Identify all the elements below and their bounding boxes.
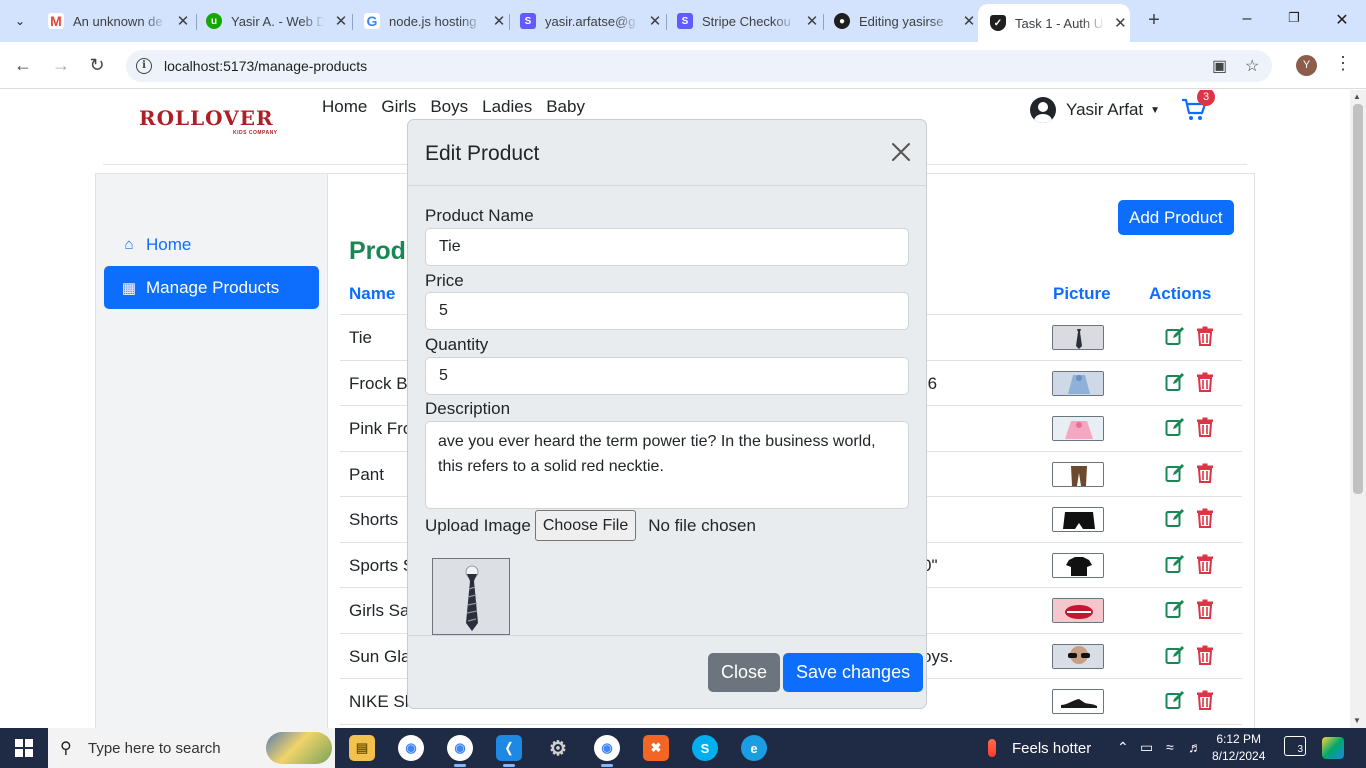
tab-title: Editing yasirse: [859, 13, 944, 29]
tab-upwork[interactable]: u Yasir A. - Web D ✕: [206, 6, 351, 36]
back-arrow-icon[interactable]: ←: [12, 54, 34, 76]
upload-image-label: Upload Image: [425, 515, 531, 535]
tab-title: Yasir A. - Web D: [231, 13, 325, 29]
screenshot-icon[interactable]: ▣: [1212, 56, 1227, 76]
tab-title: An unknown de: [73, 13, 163, 29]
tab-gmail[interactable]: M An unknown de ✕: [48, 6, 193, 36]
close-button[interactable]: Close: [708, 653, 781, 692]
description-textarea[interactable]: ave you ever heard the term power tie? I…: [425, 421, 909, 509]
upload-image-row: Upload Image Choose File No file chosen: [425, 510, 756, 541]
clock-date: 8/12/2024: [1212, 749, 1266, 763]
choose-file-button[interactable]: Choose File: [534, 510, 637, 541]
copilot-icon[interactable]: [1322, 737, 1344, 759]
notification-center-icon[interactable]: 3: [1284, 736, 1306, 756]
reload-icon[interactable]: ↻: [86, 54, 108, 76]
search-placeholder: Type here to search: [88, 740, 221, 757]
restore-icon[interactable]: ❐: [1284, 10, 1304, 26]
close-icon[interactable]: ✕: [959, 12, 979, 30]
quantity-input[interactable]: 5: [425, 357, 909, 395]
tab-google[interactable]: G node.js hosting ✕: [364, 6, 509, 36]
gmail-icon: M: [48, 13, 64, 29]
stripe-icon: S: [677, 13, 693, 29]
github-icon: ●: [834, 13, 850, 29]
url-text: localhost:5173/manage-products: [164, 58, 368, 74]
tab-stripe-checkout[interactable]: S Stripe Checkou ✕: [677, 6, 822, 36]
shield-icon: ✓: [990, 15, 1006, 31]
browser-tab-strip: ⌄ M An unknown de ✕ u Yasir A. - Web D ✕…: [0, 0, 1366, 42]
window-close-icon[interactable]: ✕: [1332, 10, 1352, 30]
tab-stripe-email[interactable]: S yasir.arfatse@g ✕: [520, 6, 665, 36]
scrollbar-thumb[interactable]: [1353, 104, 1363, 494]
close-icon[interactable]: ✕: [802, 12, 822, 30]
quantity-label: Quantity: [425, 335, 489, 354]
price-label: Price: [425, 271, 464, 290]
vscode-icon[interactable]: ❬: [496, 735, 522, 767]
product-name-input[interactable]: Tie: [425, 228, 909, 266]
product-image-preview: [432, 558, 510, 635]
tab-search-chevron-icon[interactable]: ⌄: [8, 9, 32, 33]
close-icon[interactable]: ✕: [173, 12, 193, 30]
edit-product-modal: Edit Product Product Name Tie Price 5 Qu…: [407, 119, 927, 709]
tab-title: Stripe Checkou: [702, 13, 791, 29]
close-icon[interactable]: ✕: [331, 12, 351, 30]
file-explorer-icon[interactable]: ▤: [349, 735, 375, 761]
minimize-icon[interactable]: –: [1237, 10, 1257, 28]
search-icon: ⚲: [60, 740, 72, 757]
file-status-text: No file chosen: [648, 515, 756, 535]
profile-avatar[interactable]: Y: [1296, 55, 1317, 76]
close-icon[interactable]: [889, 140, 913, 164]
tab-github[interactable]: ● Editing yasirse ✕: [834, 6, 979, 36]
system-clock[interactable]: 6:12 PM 8/12/2024: [1212, 731, 1265, 765]
xampp-icon[interactable]: ✖: [643, 735, 669, 761]
close-icon[interactable]: ✕: [489, 12, 509, 30]
battery-icon[interactable]: ▭: [1140, 739, 1153, 756]
skype-icon[interactable]: S: [692, 735, 718, 761]
address-bar[interactable]: i localhost:5173/manage-products ▣ ☆: [126, 50, 1272, 82]
price-input[interactable]: 5: [425, 292, 909, 330]
upwork-icon: u: [206, 13, 222, 29]
save-changes-button[interactable]: Save changes: [783, 653, 924, 692]
page-scrollbar[interactable]: ▲ ▼: [1350, 90, 1366, 728]
weather-text: Feels hotter: [1012, 739, 1092, 757]
taskbar-search-box[interactable]: ⚲ Type here to search: [48, 728, 335, 768]
stripe-icon: S: [520, 13, 536, 29]
windows-taskbar: ⚲ Type here to search ▤ ◉ ◉ ❬ ⚙ ◉ ✖ S e …: [0, 728, 1366, 768]
chrome-active-icon[interactable]: ◉: [594, 735, 620, 767]
tab-title: yasir.arfatse@g: [545, 13, 636, 29]
windows-start-icon[interactable]: [15, 739, 33, 757]
chrome-profile-icon[interactable]: ◉: [447, 735, 473, 767]
tab-title: node.js hosting: [389, 13, 477, 29]
page-viewport: ROLLOVER KIDS COMPANY Home Girls Boys La…: [0, 90, 1350, 728]
edge-browser-icon[interactable]: e: [741, 735, 767, 761]
modal-title: Edit Product: [425, 142, 540, 165]
tab-active-task[interactable]: ✓ Task 1 - Auth U ✕: [978, 4, 1130, 42]
browser-menu-icon[interactable]: ⋮: [1334, 53, 1352, 74]
chrome-icon[interactable]: ◉: [398, 735, 424, 761]
bookmark-star-icon[interactable]: ☆: [1245, 56, 1259, 76]
product-name-label: Product Name: [425, 206, 534, 225]
weather-widget[interactable]: Feels hotter: [988, 739, 1091, 757]
settings-gear-icon[interactable]: ⚙: [545, 735, 571, 761]
new-tab-plus-icon[interactable]: +: [1143, 9, 1165, 31]
google-icon: G: [364, 13, 380, 29]
description-label: Description: [425, 399, 511, 418]
thermometer-icon: [988, 739, 996, 757]
clock-time: 6:12 PM: [1216, 732, 1262, 746]
close-icon[interactable]: ✕: [645, 12, 665, 30]
chevron-up-icon[interactable]: ⌃: [1117, 739, 1129, 756]
wifi-icon[interactable]: ≈: [1166, 739, 1174, 755]
modal-header: Edit Product: [408, 120, 926, 186]
forward-arrow-icon[interactable]: →: [50, 54, 72, 76]
search-highlight-image: [266, 732, 332, 764]
browser-toolbar: ← → ↻ i localhost:5173/manage-products ▣…: [0, 42, 1366, 89]
tab-title: Task 1 - Auth U: [1015, 15, 1104, 31]
modal-footer: Close Save changes: [408, 635, 926, 708]
site-info-icon[interactable]: i: [136, 58, 152, 74]
close-icon[interactable]: ✕: [1111, 14, 1130, 32]
volume-icon[interactable]: ♬: [1188, 739, 1202, 755]
